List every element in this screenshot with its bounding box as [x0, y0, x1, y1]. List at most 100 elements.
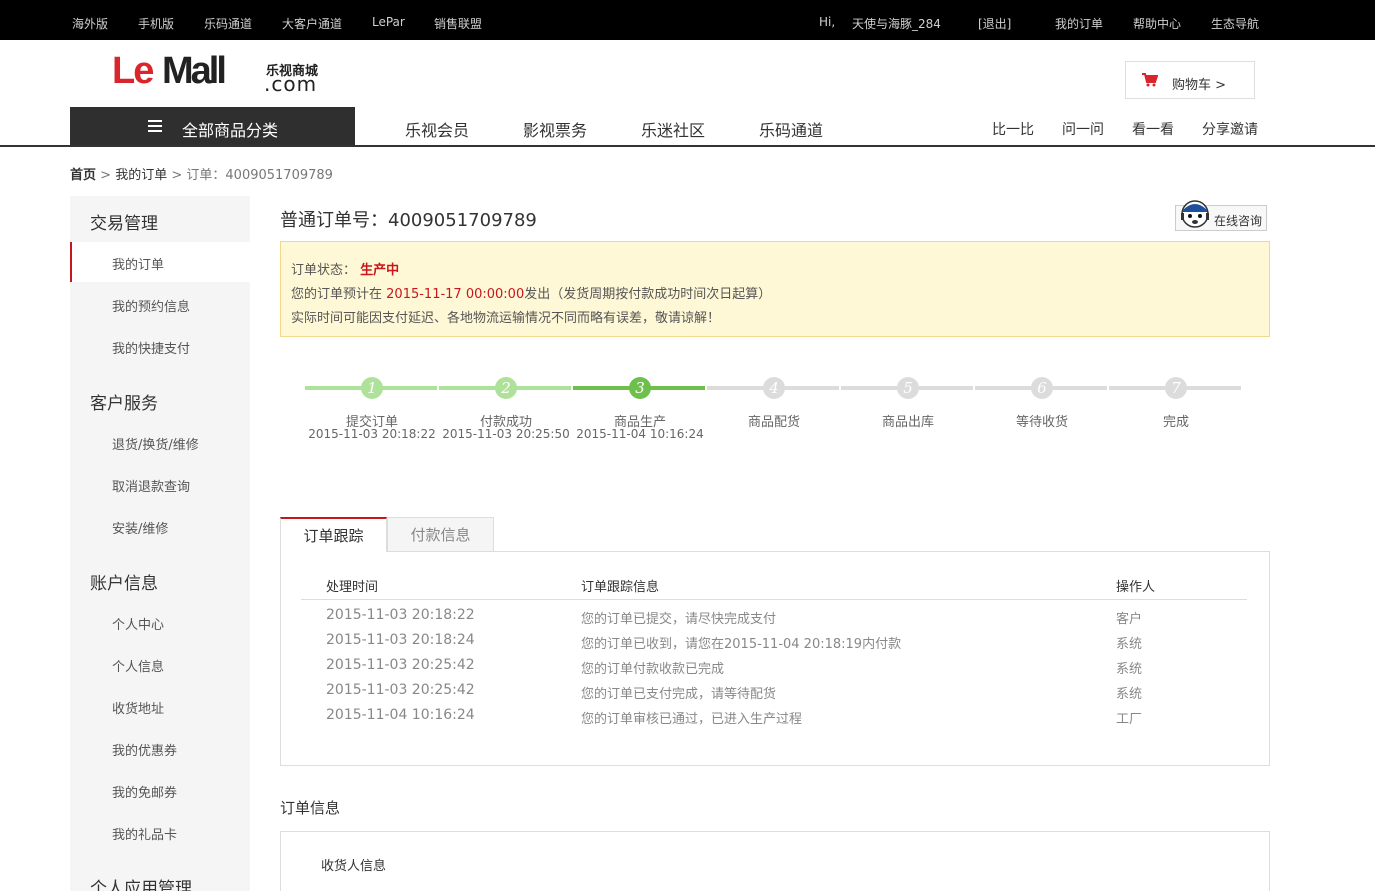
topbar-link-eco-nav[interactable]: 生态导航 — [1211, 15, 1259, 32]
online-consult-label: 在线咨询 — [1214, 214, 1263, 228]
sidebar-item-coupons[interactable]: 我的优惠券 — [70, 728, 250, 768]
delay-note: 实际时间可能因支付延迟、各地物流运输情况不同而略有误差，敬请谅解！ — [291, 311, 721, 326]
column-header-info: 订单跟踪信息 — [581, 580, 660, 595]
sidebar-item-address[interactable]: 收货地址 — [70, 686, 250, 726]
progress-step: 5 商品出库 — [841, 374, 975, 454]
topbar-link-affiliate[interactable]: 销售联盟 — [434, 15, 482, 32]
subnav-browse[interactable]: 看一看 — [1132, 119, 1174, 139]
row-time: 2015-11-03 20:25:42 — [326, 682, 475, 698]
table-row: 2015-11-03 20:25:42 您的订单已支付完成，请等待配货 系统 — [281, 682, 1271, 707]
sidebar-item-returns[interactable]: 退货/换货/维修 — [70, 422, 250, 462]
breadcrumb-sep: > — [100, 168, 112, 183]
step-number: 1 — [361, 377, 383, 399]
tracking-table: 处理时间 订单跟踪信息 操作人 2015-11-03 20:18:22 您的订单… — [280, 551, 1270, 766]
sidebar-item-personal-center[interactable]: 个人中心 — [70, 602, 250, 642]
subnav-share-invite[interactable]: 分享邀请 — [1202, 119, 1258, 139]
row-info: 您的订单已提交，请尽快完成支付 — [581, 612, 777, 627]
order-info-title: 订单信息 — [280, 799, 341, 817]
topbar-link-lepar[interactable]: LePar — [372, 15, 405, 29]
row-time: 2015-11-03 20:25:42 — [326, 657, 475, 673]
cart-icon — [1142, 73, 1158, 87]
step-date: 2015-11-03 20:18:22 — [308, 427, 436, 441]
logo-com: .com — [264, 72, 318, 96]
sidebar-item-quick-pay[interactable]: 我的快捷支付 — [70, 326, 250, 366]
breadcrumb-home[interactable]: 首页 — [70, 168, 96, 183]
step-name: 等待收货 — [1015, 415, 1068, 430]
sidebar-item-install-repair[interactable]: 安装/维修 — [70, 506, 250, 546]
sidebar-item-personal-info[interactable]: 个人信息 — [70, 644, 250, 684]
status-value: 生产中 — [360, 263, 400, 278]
tab-payment-info[interactable]: 付款信息 — [387, 517, 494, 552]
step-date: 2015-11-04 10:16:24 — [576, 427, 704, 441]
online-consult-button[interactable]: 在线咨询 — [1175, 200, 1267, 231]
sidebar-item-gift-cards[interactable]: 我的礼品卡 — [70, 812, 250, 852]
tab-order-tracking[interactable]: 订单跟踪 — [280, 517, 387, 552]
row-info: 您的订单审核已通过，已进入生产过程 — [581, 712, 803, 727]
order-title: 普通订单号：4009051709789 — [280, 210, 537, 231]
topbar-link-my-orders[interactable]: 我的订单 — [1055, 15, 1103, 32]
row-operator: 系统 — [1116, 662, 1143, 677]
sidebar-section-title: 个人应用管理 — [90, 879, 192, 891]
step-name: 商品配货 — [747, 415, 800, 430]
sidebar-item-my-orders[interactable]: 我的订单 — [70, 242, 250, 282]
ship-suffix: 发出（发货周期按付款成功时间次日起算） — [524, 287, 772, 302]
subnav-compare[interactable]: 比一比 — [992, 119, 1034, 139]
sidebar-item-reservations[interactable]: 我的预约信息 — [70, 284, 250, 324]
order-status-notice: 订单状态： 生产中 您的订单预计在 2015-11-17 00:00:00发出（… — [280, 241, 1270, 337]
ship-date: 2015-11-17 00:00:00 — [386, 287, 525, 302]
greeting: Hi, — [819, 15, 836, 29]
support-mascot-icon — [1181, 200, 1209, 228]
progress-step: 7 完成 — [1109, 374, 1243, 454]
sidebar-item-free-shipping[interactable]: 我的免邮券 — [70, 770, 250, 810]
step-name: 商品出库 — [881, 415, 934, 430]
all-categories-label: 全部商品分类 — [182, 121, 279, 140]
logo-mall: Mall — [162, 50, 227, 92]
topbar-link-help[interactable]: 帮助中心 — [1133, 15, 1181, 32]
table-row: 2015-11-03 20:18:22 您的订单已提交，请尽快完成支付 客户 — [281, 607, 1271, 632]
topbar-link-overseas[interactable]: 海外版 — [72, 15, 108, 32]
breadcrumb: 首页 > 我的订单 > 订单：4009051709789 — [70, 164, 333, 183]
progress-step: 2 付款成功 2015-11-03 20:25:50 — [439, 374, 573, 454]
all-categories-button[interactable]: 全部商品分类 — [70, 107, 355, 145]
progress-step-current: 3 商品生产 2015-11-04 10:16:24 — [573, 374, 707, 454]
subnav-ask[interactable]: 问一问 — [1062, 119, 1104, 139]
step-name: 完成 — [1162, 415, 1189, 430]
breadcrumb-my-orders[interactable]: 我的订单 — [115, 168, 167, 183]
order-progress: 1 提交订单 2015-11-03 20:18:22 2 付款成功 2015-1… — [305, 374, 1245, 454]
sidebar-section-title: 账户信息 — [90, 574, 158, 594]
menu-icon — [148, 120, 162, 132]
row-time: 2015-11-04 10:16:24 — [326, 707, 475, 723]
topbar-link-enterprise[interactable]: 大客户通道 — [282, 15, 342, 32]
step-number: 3 — [629, 377, 651, 399]
nav-item-lecode[interactable]: 乐码通道 — [759, 117, 823, 141]
column-header-operator: 操作人 — [1116, 580, 1156, 595]
account-sidebar: 交易管理 我的订单 我的预约信息 我的快捷支付 客户服务 退货/换货/维修 取消… — [70, 196, 250, 891]
row-info: 您的订单已收到，请您在2015-11-04 20:18:19内付款 — [581, 637, 902, 652]
cart-button[interactable]: 购物车 > — [1125, 61, 1255, 99]
step-number: 7 — [1165, 377, 1187, 399]
topbar-link-lecode[interactable]: 乐码通道 — [204, 15, 252, 32]
topbar-link-mobile[interactable]: 手机版 — [138, 15, 174, 32]
table-row: 2015-11-03 20:25:42 您的订单付款收款已完成 系统 — [281, 657, 1271, 682]
nav-divider — [0, 145, 1375, 147]
order-info-panel: 收货人信息 — [280, 831, 1270, 891]
table-header-divider — [301, 599, 1247, 600]
nav-item-fan-community[interactable]: 乐迷社区 — [641, 117, 705, 141]
breadcrumb-sep: > — [171, 168, 183, 183]
row-operator: 客户 — [1116, 612, 1143, 627]
step-number: 2 — [495, 377, 517, 399]
sidebar-item-refund-query[interactable]: 取消退款查询 — [70, 464, 250, 504]
ship-estimate-line: 您的订单预计在 2015-11-17 00:00:00发出（发货周期按付款成功时… — [291, 283, 771, 302]
username-link[interactable]: 天使与海豚_284 — [852, 15, 941, 32]
nav-item-tickets[interactable]: 影视票务 — [523, 117, 587, 141]
breadcrumb-current: 订单：4009051709789 — [186, 168, 333, 183]
step-number: 4 — [763, 377, 785, 399]
cart-label: 购物车 > — [1172, 78, 1227, 93]
step-number: 5 — [897, 377, 919, 399]
nav-item-le-member[interactable]: 乐视会员 — [405, 117, 469, 141]
status-label: 订单状态： — [291, 263, 357, 278]
table-row: 2015-11-03 20:18:24 您的订单已收到，请您在2015-11-0… — [281, 632, 1271, 657]
row-operator: 系统 — [1116, 687, 1143, 702]
consignee-info-label: 收货人信息 — [321, 859, 387, 874]
logout-link[interactable]: [退出] — [978, 15, 1011, 32]
